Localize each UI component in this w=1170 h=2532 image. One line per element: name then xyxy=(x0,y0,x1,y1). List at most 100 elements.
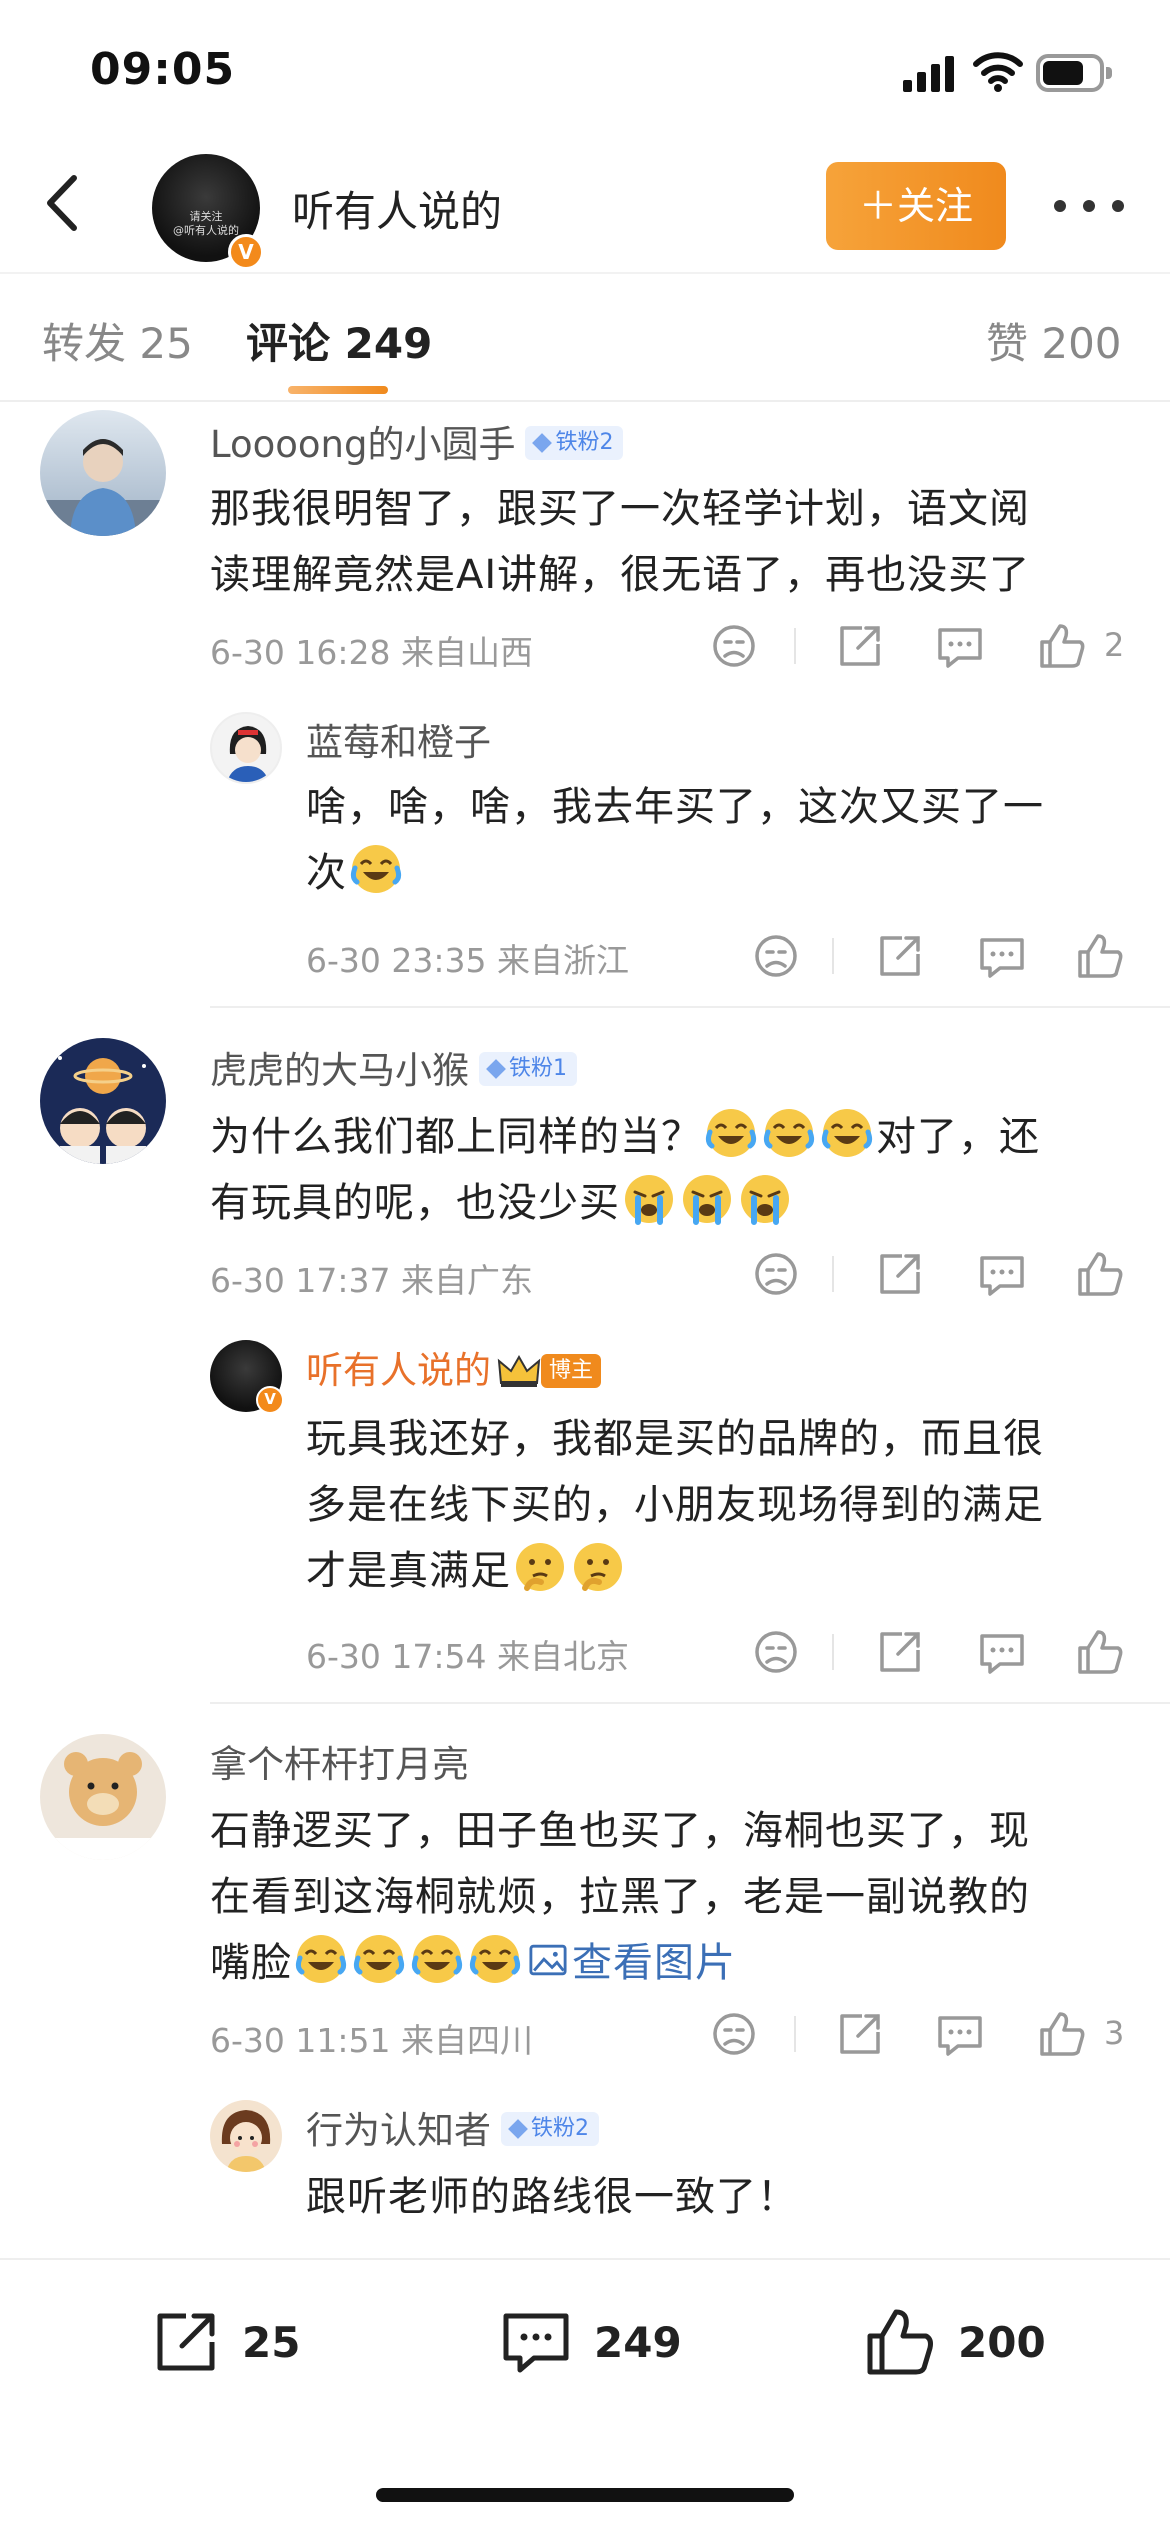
author-name[interactable]: 听有人说的 xyxy=(292,178,502,239)
scroll-fade xyxy=(0,2245,1170,2259)
reply-meta: 6-30 17:54 来自北京 xyxy=(306,1637,629,1676)
like-icon[interactable] xyxy=(1034,618,1090,674)
comment-divider xyxy=(210,1702,1170,1704)
laughing-crying-emoji-icon xyxy=(353,1935,405,1983)
tab-bar: 转发 25 评论 249 赞 200 xyxy=(0,272,1170,402)
crying-emoji-icon xyxy=(683,1175,731,1225)
share-icon[interactable] xyxy=(872,1246,928,1302)
signal-icon xyxy=(903,54,955,92)
thinking-emoji-icon xyxy=(516,1543,564,1591)
back-arrow-icon[interactable] xyxy=(30,168,100,238)
more-options-icon[interactable] xyxy=(1054,194,1124,218)
like-icon[interactable] xyxy=(1072,928,1128,984)
home-indicator xyxy=(376,2488,794,2502)
reply-icon[interactable] xyxy=(974,928,1030,984)
share-icon[interactable] xyxy=(832,2006,888,2062)
like-count-bottom: 200 xyxy=(958,2318,1046,2367)
commenter-avatar[interactable] xyxy=(40,410,166,536)
dislike-icon[interactable] xyxy=(706,2006,762,2062)
blogger-badge: 博主 xyxy=(497,1347,602,1390)
commenter-name[interactable]: Loooong的小圆手 铁粉2 xyxy=(210,414,624,468)
verified-badge-icon: V xyxy=(228,234,264,270)
comment-actions: 3 xyxy=(706,2006,1136,2062)
bottom-repost-button[interactable]: 25 xyxy=(146,2302,306,2392)
dislike-icon[interactable] xyxy=(748,1624,804,1680)
crown-icon xyxy=(497,1354,541,1387)
crying-emoji-icon xyxy=(625,1175,673,1225)
tab-likes[interactable]: 赞 200 xyxy=(986,310,1122,371)
crying-emoji-icon xyxy=(741,1175,789,1225)
laughing-crying-emoji-icon xyxy=(350,845,402,893)
laughing-crying-emoji-icon xyxy=(469,1935,521,1983)
laughing-crying-emoji-icon xyxy=(763,1109,815,1157)
comment-text: 石静逻买了，田子鱼也买了，海桐也买了，现 在看到这海桐就烦，拉黑了，老是一副说教… xyxy=(210,1808,1030,1986)
reply-icon[interactable] xyxy=(974,1246,1030,1302)
commenter-avatar[interactable] xyxy=(40,1038,166,1164)
fan-badge: 铁粉1 xyxy=(479,1051,577,1086)
laughing-crying-emoji-icon xyxy=(821,1109,873,1157)
fan-badge: 铁粉2 xyxy=(525,425,624,460)
active-tab-indicator xyxy=(288,386,388,394)
reply-icon[interactable] xyxy=(932,618,988,674)
reply-meta: 6-30 23:35 来自浙江 xyxy=(306,941,629,980)
share-icon[interactable] xyxy=(872,1624,928,1680)
comment-meta: 6-30 17:37 来自广东 xyxy=(210,1261,533,1300)
commenter-avatar[interactable] xyxy=(40,1734,166,1860)
comment-actions xyxy=(748,1246,1128,1302)
bottom-like-button[interactable]: 200 xyxy=(860,2302,1060,2392)
dislike-icon[interactable] xyxy=(748,1246,804,1302)
laughing-crying-emoji-icon xyxy=(411,1935,463,1983)
comment-icon xyxy=(503,2313,569,2373)
tab-comments[interactable]: 评论 249 xyxy=(246,310,432,371)
share-icon[interactable] xyxy=(832,618,888,674)
reply-username[interactable]: 蓝莓和橙子 xyxy=(306,712,491,766)
commenter-name[interactable]: 虎虎的大马小猴 铁粉1 xyxy=(210,1040,577,1094)
fan-badge: 铁粉2 xyxy=(501,2111,599,2146)
commenter-name[interactable]: 拿个杆杆打月亮 xyxy=(210,1734,469,1788)
comment-meta: 6-30 11:51 来自四川 xyxy=(210,2021,533,2060)
dislike-icon[interactable] xyxy=(748,928,804,984)
status-time: 09:05 xyxy=(90,44,236,95)
wifi-icon xyxy=(973,52,1023,92)
reply-actions xyxy=(748,1624,1128,1680)
post-header: 请关注 @听有人说的 V 听有人说的 ＋关注 xyxy=(0,140,1170,270)
like-count: 3 xyxy=(1104,2014,1125,2052)
like-icon[interactable] xyxy=(1072,1246,1128,1302)
comment-actions: 2 xyxy=(706,618,1136,674)
reply-text: 跟听老师的路线很一致了！ xyxy=(306,2174,798,2220)
comment-meta: 6-30 16:28 来自山西 xyxy=(210,633,533,672)
reply-text: 玩具我还好，我都是买的品牌的，而且很 多是在线下买的，小朋友现场得到的满足 才是… xyxy=(306,1416,1044,1594)
status-bar: 09:05 xyxy=(0,0,1170,140)
bottom-comment-button[interactable]: 249 xyxy=(496,2302,696,2392)
like-count: 2 xyxy=(1104,626,1125,664)
reply-actions xyxy=(748,928,1128,984)
like-icon[interactable] xyxy=(1034,2006,1090,2062)
tab-reposts[interactable]: 转发 25 xyxy=(42,310,193,371)
thinking-emoji-icon xyxy=(574,1543,622,1591)
reply-icon[interactable] xyxy=(974,1624,1030,1680)
comment-text: 为什么我们都上同样的当？ 对了，还 有玩具的呢，也没少买 xyxy=(210,1104,1130,1236)
like-icon[interactable] xyxy=(1072,1624,1128,1680)
bottom-action-bar: 25 249 200 xyxy=(0,2258,1170,2532)
laughing-crying-emoji-icon xyxy=(295,1935,347,1983)
reply-text: 啥，啥，啥，我去年买了，这次又买了一 次 xyxy=(306,784,1044,896)
reply-avatar[interactable] xyxy=(210,2100,282,2172)
thumbs-up-icon xyxy=(867,2309,933,2375)
reply-username[interactable]: 听有人说的 博主 xyxy=(306,1340,602,1394)
reply-username[interactable]: 行为认知者 铁粉2 xyxy=(306,2100,599,2154)
repost-icon xyxy=(157,2313,215,2371)
reply-icon[interactable] xyxy=(932,2006,988,2062)
share-icon[interactable] xyxy=(872,928,928,984)
battery-icon xyxy=(1036,54,1112,92)
follow-button[interactable]: ＋关注 xyxy=(826,162,1006,250)
reply-avatar[interactable] xyxy=(210,712,282,784)
comment-divider xyxy=(210,1006,1170,1008)
image-icon xyxy=(529,1944,567,1976)
verified-badge-icon: V xyxy=(256,1386,284,1414)
comment-text: 那我很明智了，跟买了一次轻学计划，语文阅 读理解竟然是AI讲解，很无语了，再也没… xyxy=(210,486,1031,598)
comment-count: 249 xyxy=(594,2318,682,2367)
dislike-icon[interactable] xyxy=(706,618,762,674)
view-image-link[interactable]: 查看图片 xyxy=(524,1940,736,1986)
repost-count: 25 xyxy=(242,2318,301,2367)
laughing-crying-emoji-icon xyxy=(705,1109,757,1157)
